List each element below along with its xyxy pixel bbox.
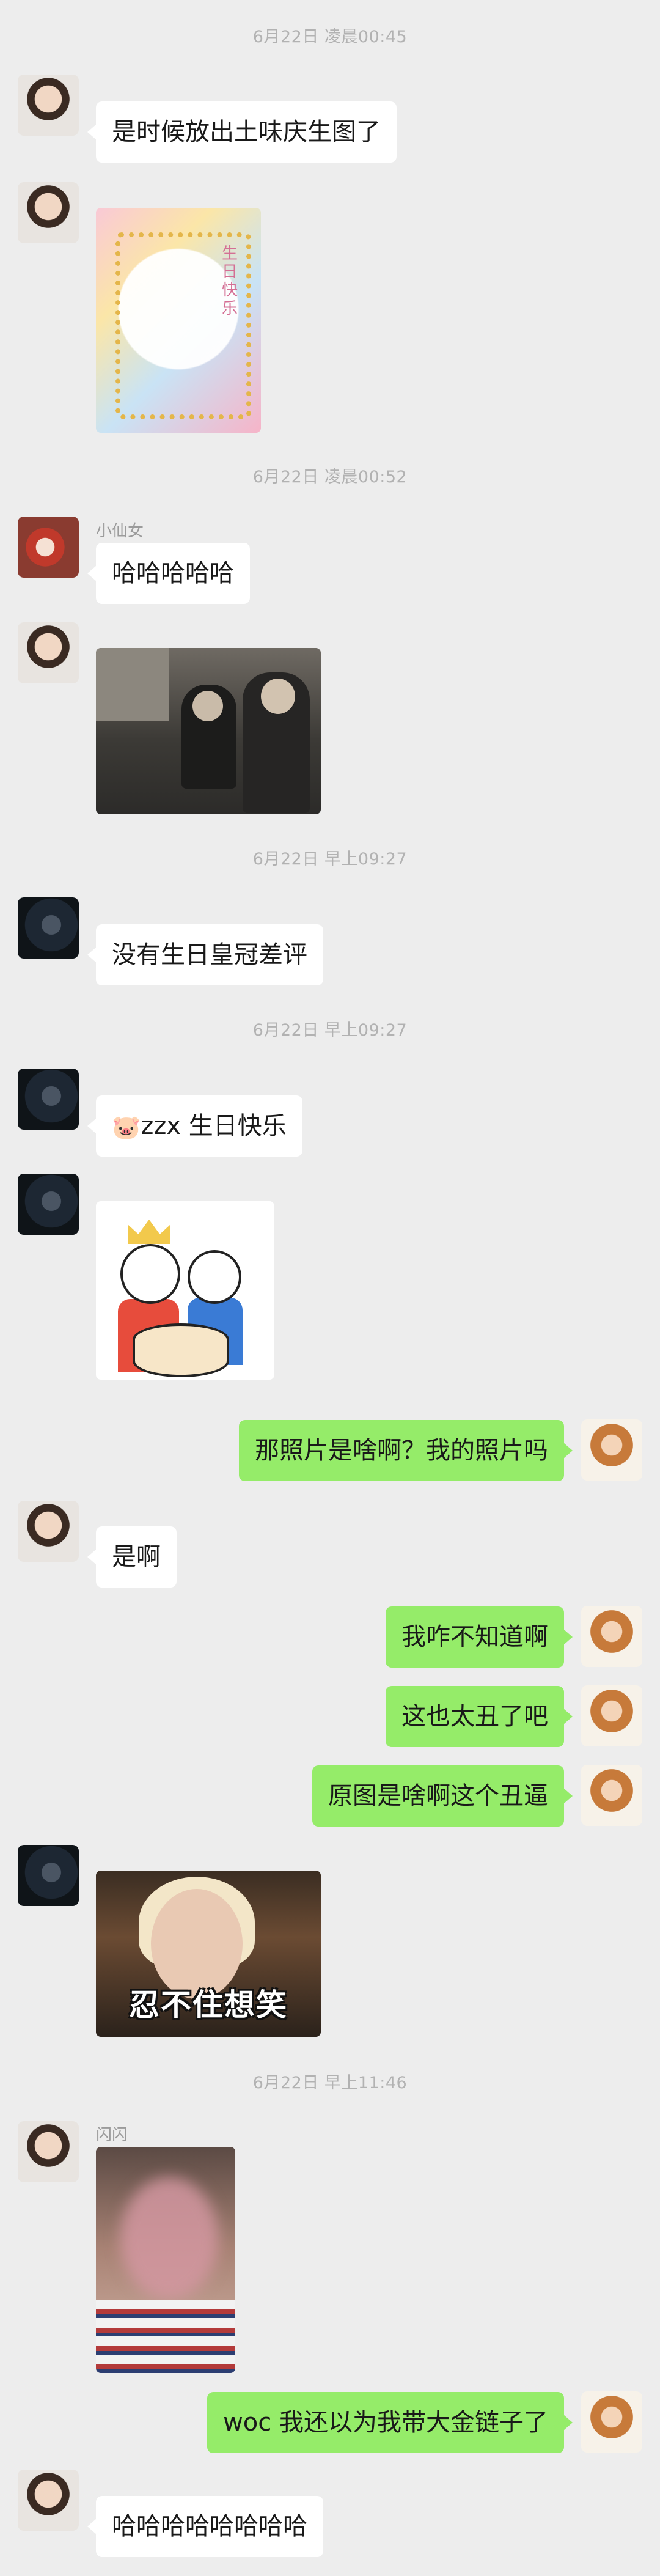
timestamp: 6月22日 早上09:27 [252, 1021, 408, 1040]
timestamp: 6月22日 凌晨00:52 [252, 468, 408, 487]
avatar[interactable] [18, 1845, 79, 1906]
meme-caption: 忍不住想笑 [129, 1987, 288, 2023]
message-bubble[interactable]: 哈哈哈哈哈 [87, 543, 250, 604]
message-bubble[interactable]: 哈哈哈哈哈哈哈哈 [87, 2496, 323, 2557]
my-message-bubble[interactable]: 原图是啥啊这个丑逼 [312, 1765, 573, 1827]
my-avatar[interactable] [581, 1765, 642, 1826]
avatar[interactable] [18, 2121, 79, 2182]
my-avatar[interactable] [581, 1419, 642, 1481]
image-message-meme[interactable]: 忍不住想笑 [96, 1871, 321, 2037]
my-message-bubble[interactable]: 那照片是啥啊？我的照片吗 [239, 1420, 573, 1481]
image-message-birthday-card[interactable]: 生日快乐 [96, 208, 261, 433]
message-bubble[interactable]: 是啊 [87, 1526, 177, 1588]
timestamp: 6月22日 凌晨00:45 [252, 28, 408, 46]
timestamp: 6月22日 早上11:46 [252, 2074, 408, 2092]
message-bubble[interactable]: 🐷zzx 生日快乐 [87, 1095, 302, 1157]
message-bubble[interactable]: 没有生日皇冠差评 [87, 924, 323, 985]
image-message-selfie[interactable] [96, 2147, 235, 2373]
sender-nickname: 小仙女 [96, 522, 144, 540]
avatar[interactable] [18, 182, 79, 243]
image-message-photo[interactable] [96, 648, 321, 814]
sender-nickname: 闪闪 [96, 2126, 128, 2144]
message-bubble[interactable]: 是时候放出土味庆生图了 [87, 101, 397, 163]
avatar[interactable] [18, 622, 79, 683]
my-avatar[interactable] [581, 1606, 642, 1667]
my-message-bubble[interactable]: woc 我还以为我带大金链子了 [207, 2392, 573, 2453]
pig-emoji-icon: 🐷 [112, 1114, 141, 1141]
avatar[interactable] [18, 75, 79, 136]
message-text: zzx 生日快乐 [141, 1112, 287, 1140]
avatar[interactable] [18, 2470, 79, 2531]
avatar[interactable] [18, 1174, 79, 1235]
avatar[interactable] [18, 897, 79, 959]
image-message-sticker[interactable] [96, 1201, 274, 1380]
my-avatar[interactable] [581, 1685, 642, 1746]
my-avatar[interactable] [581, 2391, 642, 2453]
timestamp: 6月22日 早上09:27 [252, 850, 408, 869]
my-message-bubble[interactable]: 我咋不知道啊 [386, 1606, 573, 1668]
my-message-bubble[interactable]: 这也太丑了吧 [386, 1686, 573, 1747]
avatar[interactable] [18, 517, 79, 578]
card-text: 生日快乐 [222, 245, 238, 318]
avatar[interactable] [18, 1069, 79, 1130]
avatar[interactable] [18, 1501, 79, 1562]
